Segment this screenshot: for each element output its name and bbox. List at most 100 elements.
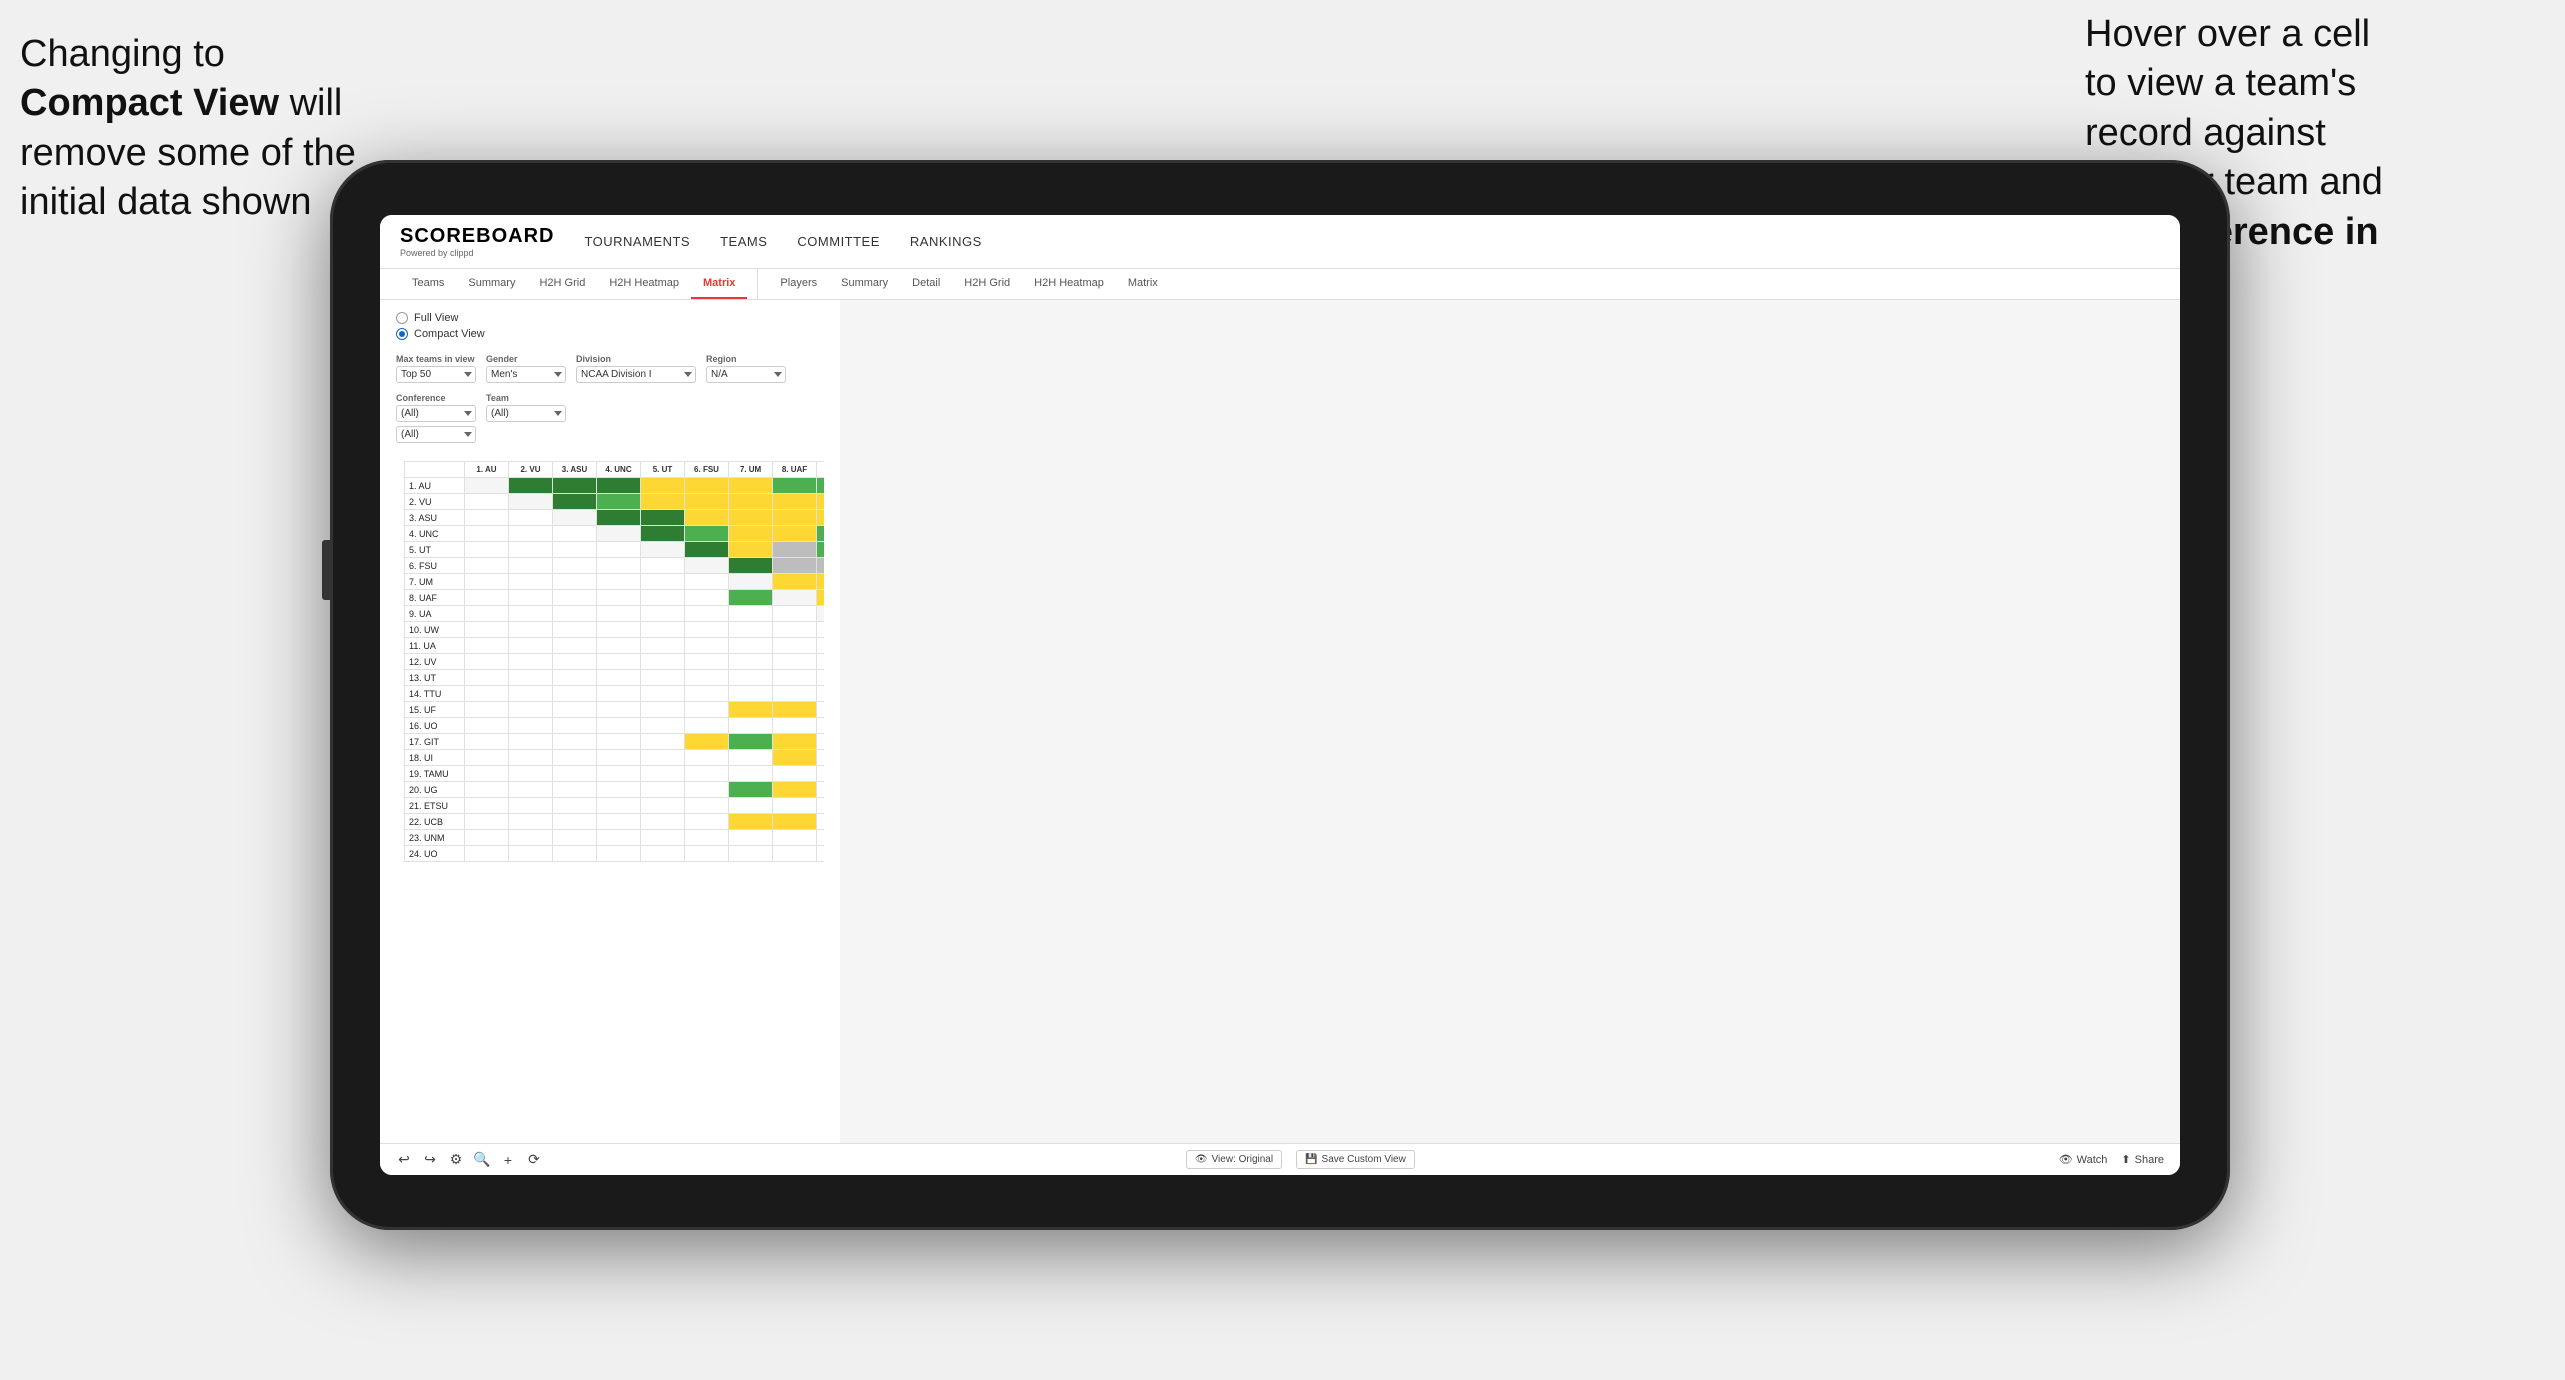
max-teams-select[interactable]: Top 50 bbox=[396, 366, 476, 383]
tab-teams[interactable]: Teams bbox=[400, 269, 456, 299]
matrix-cell[interactable] bbox=[597, 702, 641, 718]
matrix-cell[interactable] bbox=[817, 606, 825, 622]
matrix-cell[interactable] bbox=[685, 766, 729, 782]
matrix-cell[interactable] bbox=[641, 702, 685, 718]
matrix-cell[interactable] bbox=[817, 766, 825, 782]
matrix-cell[interactable] bbox=[465, 846, 509, 862]
matrix-cell[interactable] bbox=[773, 686, 817, 702]
matrix-cell[interactable] bbox=[509, 798, 553, 814]
tab-matrix-left[interactable]: Matrix bbox=[691, 269, 747, 299]
matrix-cell[interactable] bbox=[597, 670, 641, 686]
matrix-cell[interactable] bbox=[729, 478, 773, 494]
matrix-cell[interactable] bbox=[553, 750, 597, 766]
matrix-cell[interactable] bbox=[685, 494, 729, 510]
matrix-cell[interactable] bbox=[553, 590, 597, 606]
matrix-cell[interactable] bbox=[773, 782, 817, 798]
matrix-cell[interactable] bbox=[597, 574, 641, 590]
matrix-cell[interactable] bbox=[817, 670, 825, 686]
matrix-cell[interactable] bbox=[773, 478, 817, 494]
matrix-cell[interactable] bbox=[465, 734, 509, 750]
matrix-cell[interactable] bbox=[553, 670, 597, 686]
watch-button[interactable]: 👁 Watch bbox=[2059, 1153, 2108, 1166]
division-select[interactable]: NCAA Division I bbox=[576, 366, 696, 383]
matrix-cell[interactable] bbox=[729, 798, 773, 814]
matrix-cell[interactable] bbox=[773, 750, 817, 766]
matrix-cell[interactable] bbox=[641, 606, 685, 622]
matrix-cell[interactable] bbox=[597, 606, 641, 622]
matrix-cell[interactable] bbox=[773, 638, 817, 654]
matrix-cell[interactable] bbox=[641, 654, 685, 670]
matrix-cell[interactable] bbox=[509, 846, 553, 862]
matrix-cell[interactable] bbox=[685, 718, 729, 734]
matrix-cell[interactable] bbox=[553, 510, 597, 526]
matrix-cell[interactable] bbox=[553, 846, 597, 862]
matrix-cell[interactable] bbox=[597, 510, 641, 526]
matrix-cell[interactable] bbox=[729, 654, 773, 670]
full-view-radio[interactable]: Full View bbox=[396, 312, 824, 324]
matrix-cell[interactable] bbox=[465, 750, 509, 766]
region-select[interactable]: N/A bbox=[706, 366, 786, 383]
matrix-cell[interactable] bbox=[817, 782, 825, 798]
matrix-cell[interactable] bbox=[509, 814, 553, 830]
matrix-cell[interactable] bbox=[553, 718, 597, 734]
matrix-cell[interactable] bbox=[729, 526, 773, 542]
matrix-cell[interactable] bbox=[817, 638, 825, 654]
matrix-cell[interactable] bbox=[817, 750, 825, 766]
matrix-cell[interactable] bbox=[641, 782, 685, 798]
matrix-cell[interactable] bbox=[509, 574, 553, 590]
matrix-cell[interactable] bbox=[773, 510, 817, 526]
matrix-cell[interactable] bbox=[553, 574, 597, 590]
matrix-cell[interactable] bbox=[729, 638, 773, 654]
matrix-cell[interactable] bbox=[465, 766, 509, 782]
matrix-cell[interactable] bbox=[773, 622, 817, 638]
matrix-cell[interactable] bbox=[641, 750, 685, 766]
matrix-cell[interactable] bbox=[509, 478, 553, 494]
tab-h2h-heatmap[interactable]: H2H Heatmap bbox=[597, 269, 691, 299]
matrix-cell[interactable] bbox=[641, 558, 685, 574]
matrix-cell[interactable] bbox=[597, 830, 641, 846]
matrix-cell[interactable] bbox=[685, 686, 729, 702]
matrix-cell[interactable] bbox=[685, 830, 729, 846]
matrix-cell[interactable] bbox=[465, 494, 509, 510]
matrix-cell[interactable] bbox=[509, 686, 553, 702]
matrix-cell[interactable] bbox=[465, 686, 509, 702]
team-select[interactable]: (All) bbox=[486, 405, 566, 422]
matrix-cell[interactable] bbox=[553, 478, 597, 494]
matrix-cell[interactable] bbox=[817, 654, 825, 670]
matrix-cell[interactable] bbox=[685, 814, 729, 830]
matrix-cell[interactable] bbox=[641, 718, 685, 734]
matrix-cell[interactable] bbox=[729, 606, 773, 622]
conference-select-2[interactable]: (All) bbox=[396, 426, 476, 443]
matrix-cell[interactable] bbox=[553, 654, 597, 670]
matrix-cell[interactable] bbox=[597, 494, 641, 510]
matrix-cell[interactable] bbox=[729, 670, 773, 686]
matrix-cell[interactable] bbox=[465, 814, 509, 830]
tab-summary[interactable]: Summary bbox=[456, 269, 527, 299]
tab-h2h-grid[interactable]: H2H Grid bbox=[527, 269, 597, 299]
matrix-area[interactable]: 1. AU 2. VU 3. ASU 4. UNC 5. UT 6. FSU 7… bbox=[396, 453, 824, 870]
matrix-cell[interactable] bbox=[729, 542, 773, 558]
matrix-cell[interactable] bbox=[509, 606, 553, 622]
matrix-cell[interactable] bbox=[509, 558, 553, 574]
matrix-cell[interactable] bbox=[597, 558, 641, 574]
tab-players[interactable]: Players bbox=[768, 269, 829, 299]
matrix-cell[interactable] bbox=[729, 846, 773, 862]
tab-h2h-heatmap-right[interactable]: H2H Heatmap bbox=[1022, 269, 1116, 299]
matrix-cell[interactable] bbox=[597, 766, 641, 782]
matrix-cell[interactable] bbox=[729, 782, 773, 798]
matrix-cell[interactable] bbox=[553, 686, 597, 702]
matrix-cell[interactable] bbox=[465, 654, 509, 670]
matrix-cell[interactable] bbox=[773, 590, 817, 606]
matrix-cell[interactable] bbox=[465, 830, 509, 846]
matrix-cell[interactable] bbox=[729, 734, 773, 750]
matrix-cell[interactable] bbox=[597, 734, 641, 750]
redo-button[interactable]: ↪ bbox=[422, 1152, 438, 1168]
compact-view-radio[interactable]: Compact View bbox=[396, 328, 824, 340]
matrix-cell[interactable] bbox=[685, 782, 729, 798]
matrix-cell[interactable] bbox=[553, 494, 597, 510]
matrix-cell[interactable] bbox=[817, 526, 825, 542]
matrix-cell[interactable] bbox=[817, 830, 825, 846]
matrix-cell[interactable] bbox=[509, 638, 553, 654]
tab-detail[interactable]: Detail bbox=[900, 269, 952, 299]
matrix-cell[interactable] bbox=[685, 750, 729, 766]
